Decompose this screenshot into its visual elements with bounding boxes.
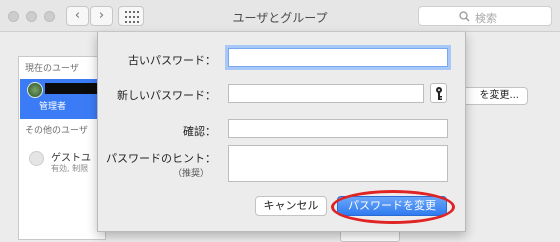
password-hint-field[interactable]	[228, 145, 448, 182]
user-list: 現在のユーザ 管理者 その他のユーザ ゲストユ 有効, 制限	[18, 56, 107, 240]
old-password-field[interactable]	[228, 48, 448, 67]
password-hint-label: パスワードのヒント：	[106, 152, 216, 165]
search-field[interactable]: 検索	[418, 6, 552, 26]
new-password-label: 新しいパスワード：	[117, 89, 216, 102]
guest-avatar	[29, 151, 44, 166]
old-password-label: 古いパスワード：	[128, 54, 216, 67]
search-placeholder: 検索	[475, 12, 497, 25]
other-users-header: その他のユーザ	[25, 126, 88, 136]
cancel-button[interactable]: キャンセル	[255, 196, 327, 216]
verify-password-field[interactable]	[228, 119, 448, 138]
new-password-field[interactable]	[228, 84, 424, 103]
guest-user-status: 有効, 制限	[51, 164, 89, 173]
current-users-header: 現在のユーザ	[25, 64, 79, 74]
avatar	[27, 82, 43, 98]
verify-label: 確認：	[183, 125, 216, 138]
search-icon	[459, 11, 470, 22]
highlight-ring	[331, 190, 455, 224]
current-user-role: 管理者	[39, 102, 67, 112]
guest-user-name[interactable]: ゲストユ	[51, 149, 91, 164]
password-assistant-button[interactable]	[430, 83, 447, 103]
key-icon	[436, 87, 442, 100]
window-titlebar: ‹ › ユーザとグループ 検索	[0, 0, 560, 32]
password-hint-sub-label: （推奨）	[172, 169, 209, 179]
